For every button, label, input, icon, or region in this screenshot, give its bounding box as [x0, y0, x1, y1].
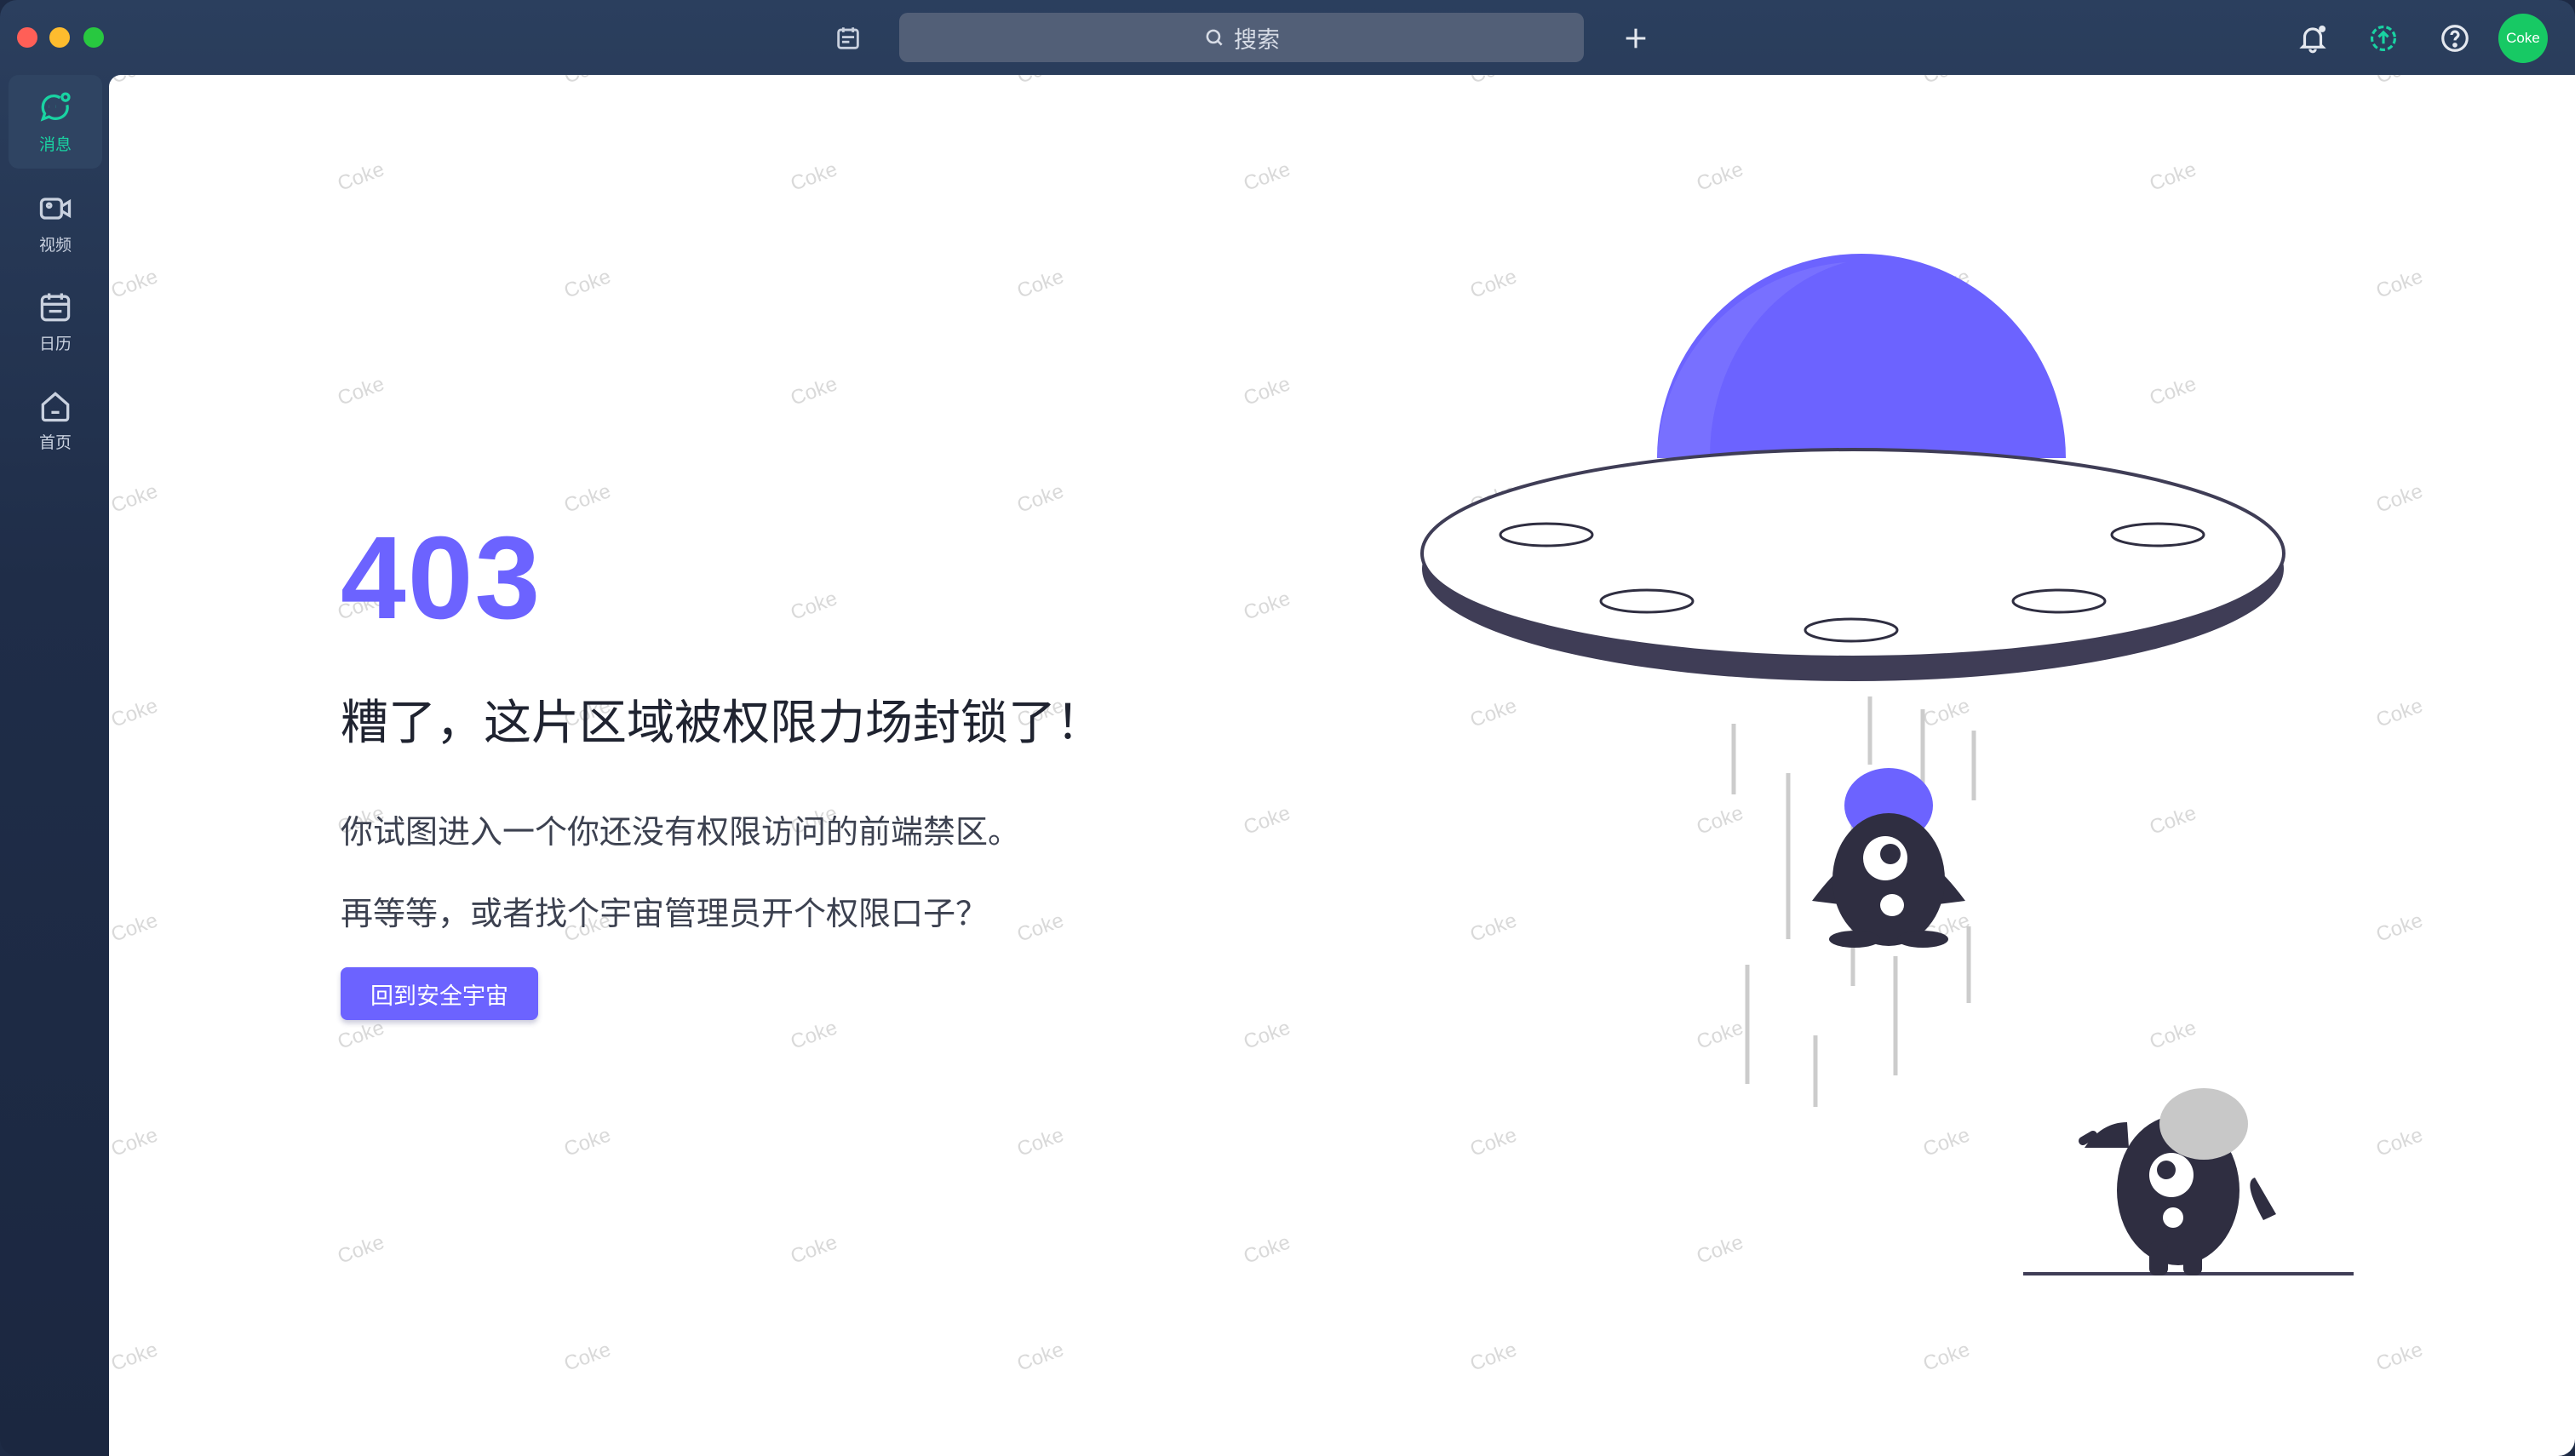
- close-window-button[interactable]: [17, 27, 37, 48]
- notification-bell-icon[interactable]: [2293, 19, 2332, 58]
- upload-status-icon[interactable]: [2364, 19, 2403, 58]
- home-icon: [41, 391, 70, 421]
- sidebar-item-label: 消息: [38, 135, 72, 154]
- main-content: Coke Coke Coke Coke Coke Coke Coke Coke Coke Coke…: [109, 75, 2575, 1456]
- sidebar-item-video[interactable]: 视频: [9, 175, 102, 269]
- search-icon: [1206, 29, 1223, 46]
- sidebar-item-label: 视频: [38, 235, 72, 255]
- calendar-icon: [40, 293, 71, 321]
- app-window: 搜索 Coke 消息 视频 日历 首页 Coke Coke Coke Coke …: [0, 0, 2575, 1456]
- video-icon: [39, 197, 72, 220]
- title-bar: 搜索 Coke: [0, 0, 2575, 75]
- sidebar-item-label: 日历: [38, 334, 72, 353]
- add-icon[interactable]: [1616, 19, 1655, 58]
- maximize-window-button[interactable]: [83, 27, 104, 48]
- user-avatar[interactable]: Coke: [2498, 14, 2548, 63]
- calendar-icon[interactable]: [829, 19, 868, 58]
- search-placeholder: 搜索: [1234, 26, 1280, 54]
- sidebar-item-label: 首页: [38, 433, 72, 452]
- minimize-window-button[interactable]: [49, 27, 70, 48]
- sidebar-item-home[interactable]: 首页: [9, 373, 102, 467]
- search-input[interactable]: 搜索: [899, 13, 1584, 62]
- floating-alien: [1812, 768, 1965, 948]
- ufo-saucer: [1420, 448, 2285, 659]
- help-icon[interactable]: [2435, 19, 2475, 58]
- standing-alien: [2079, 1088, 2276, 1275]
- sidebar: 消息 视频 日历 首页: [0, 75, 109, 1456]
- sidebar-item-calendar[interactable]: 日历: [9, 274, 102, 368]
- sidebar-item-messages[interactable]: 消息: [9, 75, 102, 169]
- ufo-illustration: [1420, 254, 2354, 1275]
- chat-icon: [40, 91, 71, 122]
